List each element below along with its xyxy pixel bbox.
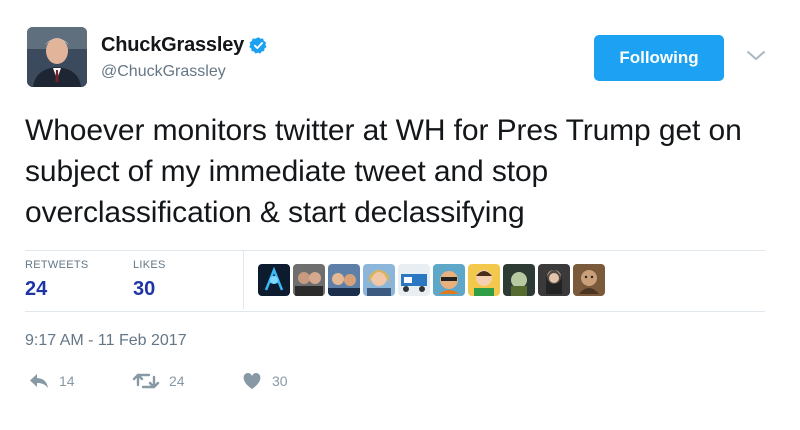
tweet-timestamp[interactable]: 9:17 AM - 11 Feb 2017 bbox=[25, 332, 187, 350]
heart-icon bbox=[243, 373, 261, 389]
reply-icon bbox=[30, 374, 48, 388]
liker-avatars bbox=[258, 264, 605, 296]
user-handle[interactable]: @ChuckGrassley bbox=[101, 63, 226, 81]
liker-avatar-8[interactable] bbox=[503, 264, 535, 296]
retweet-count: 24 bbox=[169, 373, 185, 389]
likes-count: 30 bbox=[133, 278, 156, 300]
tweet-text: Whoever monitors twitter at WH for Pres … bbox=[25, 114, 742, 229]
reply-count: 14 bbox=[59, 373, 75, 389]
retweets-label: RETWEETS bbox=[25, 259, 89, 271]
liker-avatar-10[interactable] bbox=[573, 264, 605, 296]
liker-avatar-3[interactable] bbox=[328, 264, 360, 296]
liker-avatar-6[interactable] bbox=[433, 264, 465, 296]
like-count: 30 bbox=[272, 373, 288, 389]
following-button[interactable]: Following bbox=[594, 35, 724, 81]
stats-separator bbox=[243, 251, 244, 309]
liker-avatar-5[interactable] bbox=[398, 264, 430, 296]
liker-avatar-7[interactable] bbox=[468, 264, 500, 296]
display-name[interactable]: ChuckGrassley bbox=[101, 34, 268, 57]
avatar[interactable] bbox=[27, 27, 87, 87]
retweets-count: 24 bbox=[25, 278, 48, 300]
retweets-stat[interactable]: RETWEETS 24 bbox=[25, 259, 89, 301]
liker-avatar-1[interactable] bbox=[258, 264, 290, 296]
verified-badge-icon bbox=[249, 37, 267, 54]
liker-avatar-9[interactable] bbox=[538, 264, 570, 296]
retweet-button[interactable]: 24 bbox=[132, 372, 185, 390]
chevron-down-icon[interactable] bbox=[745, 49, 767, 63]
profile-photo-avatar bbox=[27, 27, 87, 87]
divider-bottom bbox=[25, 311, 765, 312]
retweet-icon bbox=[132, 373, 160, 389]
liker-avatar-2[interactable] bbox=[293, 264, 325, 296]
like-button[interactable]: 30 bbox=[241, 372, 288, 390]
liker-avatar-4[interactable] bbox=[363, 264, 395, 296]
likes-label: LIKES bbox=[133, 259, 166, 271]
reply-button[interactable]: 14 bbox=[28, 372, 75, 390]
likes-stat[interactable]: LIKES 30 bbox=[133, 259, 166, 301]
divider-top bbox=[25, 250, 765, 251]
display-name-text: ChuckGrassley bbox=[101, 34, 245, 56]
